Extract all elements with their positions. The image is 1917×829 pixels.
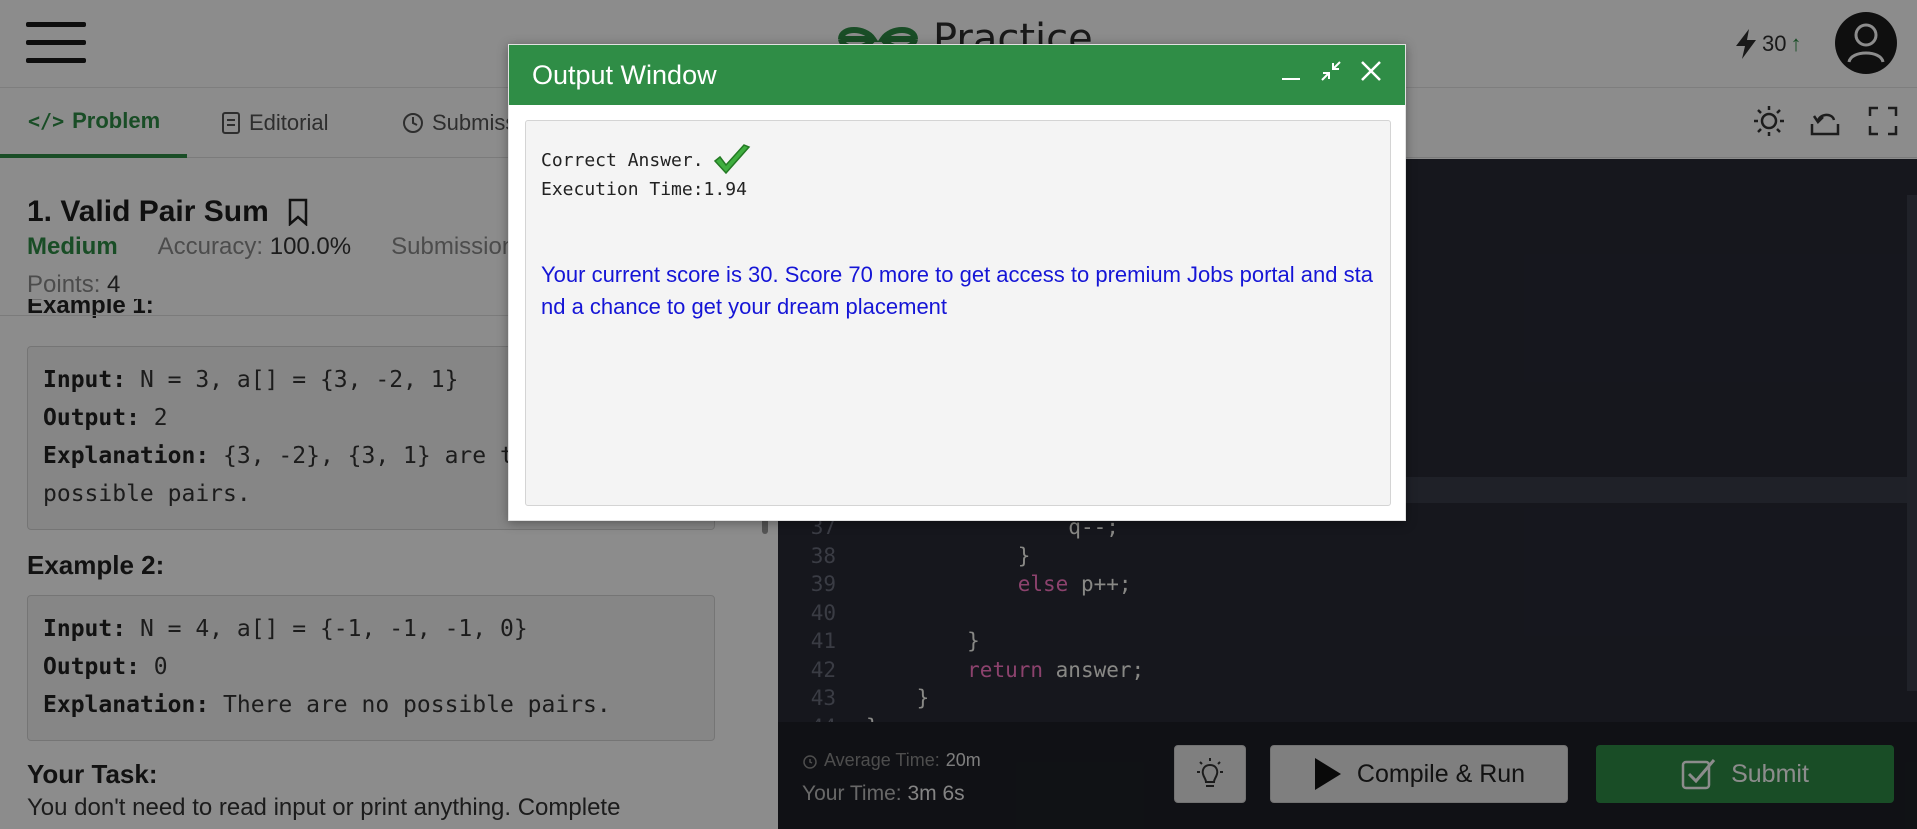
- minimize-icon[interactable]: [1279, 59, 1303, 83]
- close-icon[interactable]: [1359, 59, 1383, 83]
- checkmark-icon: [713, 144, 750, 175]
- window-controls: [1279, 59, 1383, 83]
- result-line: Correct Answer.: [541, 143, 752, 177]
- output-window-title: Output Window: [532, 59, 717, 90]
- output-content: Correct Answer. Execution Time:1.94 Your…: [525, 120, 1391, 506]
- result-text: Correct Answer.: [541, 149, 704, 171]
- score-message: Your current score is 30. Score 70 more …: [541, 262, 1373, 319]
- collapse-icon[interactable]: [1319, 59, 1343, 83]
- execution-time: Execution Time:1.94: [541, 179, 747, 200]
- output-window: Output Window Correct Answer. Execution …: [508, 44, 1406, 521]
- output-window-header: Output Window: [509, 45, 1405, 105]
